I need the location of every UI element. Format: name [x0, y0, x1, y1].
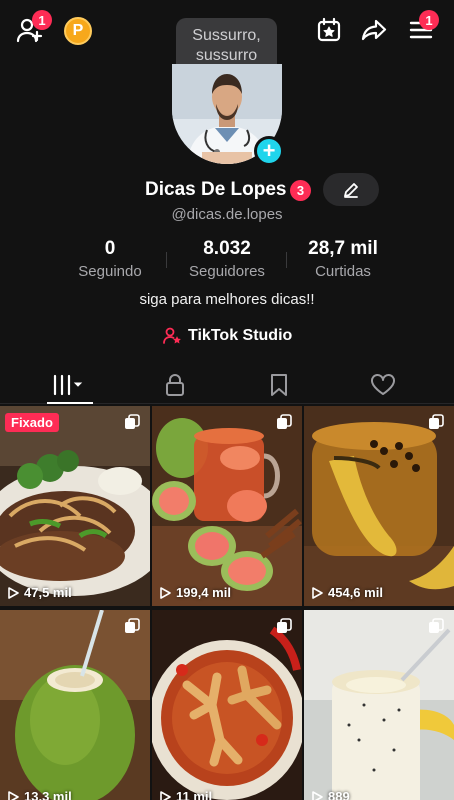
stat-followers[interactable]: 8.032 Seguidores: [167, 238, 287, 280]
share-button[interactable]: [358, 14, 390, 46]
view-count: 11 mil: [160, 789, 212, 800]
guava-tea-image: [152, 406, 302, 606]
calendar-button[interactable]: [313, 14, 345, 46]
tab-liked[interactable]: [348, 366, 418, 403]
profile-name: Dicas De Lopes: [145, 179, 287, 200]
menu-button[interactable]: 1: [405, 10, 439, 46]
banana-smoothie-image: [304, 610, 454, 800]
content-tabs: [0, 366, 454, 404]
edit-profile-button[interactable]: [323, 173, 379, 206]
pencil-icon: [344, 182, 358, 198]
coin-icon: P: [72, 22, 84, 39]
studio-user-icon: [163, 327, 181, 344]
video-thumbnail[interactable]: 889: [304, 610, 454, 800]
play-icon: [160, 586, 171, 599]
stat-label: Seguidores: [189, 263, 265, 280]
beef-onions-image: [0, 406, 150, 606]
stat-value: 28,7 mil: [308, 238, 378, 259]
add-story-button[interactable]: +: [254, 136, 284, 166]
tab-private[interactable]: [140, 366, 210, 403]
heart-icon: [371, 373, 395, 395]
multi-image-icon: [277, 414, 292, 429]
video-thumbnail[interactable]: 11 mil: [152, 610, 302, 800]
view-count: 889: [312, 789, 350, 800]
profile-handle: @dicas.de.lopes: [171, 206, 283, 223]
view-count-label: 47,5 mil: [24, 585, 72, 600]
plus-icon: +: [262, 138, 276, 163]
menu-badge: 1: [419, 10, 439, 30]
view-count-label: 13,3 mil: [24, 789, 72, 800]
multi-image-icon: [429, 618, 444, 633]
stat-label: Seguindo: [78, 263, 142, 280]
view-count-label: 199,4 mil: [176, 585, 231, 600]
status-bubble-line1: Sussurro,: [192, 27, 261, 44]
bookmark-icon: [271, 373, 287, 396]
video-thumbnail[interactable]: 199,4 mil: [152, 406, 302, 606]
coins-button[interactable]: P: [64, 17, 92, 45]
add-friends-badge: 1: [32, 10, 52, 30]
view-count: 13,3 mil: [8, 789, 72, 800]
play-icon: [312, 790, 323, 800]
calendar-star-icon: [317, 17, 341, 42]
add-friends-button[interactable]: 1: [14, 10, 52, 46]
view-count: 199,4 mil: [160, 585, 231, 600]
green-coconut-image: [0, 610, 150, 800]
stat-likes[interactable]: 28,7 mil Curtidas: [283, 238, 403, 280]
share-icon: [361, 19, 387, 41]
play-icon: [312, 586, 323, 599]
multi-image-icon: [429, 414, 444, 429]
video-thumbnail[interactable]: 454,6 mil: [304, 406, 454, 606]
multi-image-icon: [125, 414, 140, 429]
play-icon: [8, 790, 19, 800]
stat-value: 0: [104, 238, 116, 259]
stats-row: 0 Seguindo 8.032 Seguidores 28,7 mil Cur…: [0, 238, 454, 280]
lock-icon: [166, 373, 184, 396]
stat-label: Curtidas: [315, 263, 371, 280]
banana-tea-image: [304, 406, 454, 606]
profile-name-row: Dicas De Lopes 3: [0, 176, 454, 204]
tab-videos[interactable]: [35, 366, 105, 403]
chicken-feet-soup-image: [152, 610, 302, 800]
view-count: 454,6 mil: [312, 585, 383, 600]
view-count-label: 889: [328, 789, 350, 800]
grid-filter-icon: [53, 374, 83, 395]
multi-image-icon: [277, 618, 292, 633]
notification-badge[interactable]: 3: [290, 180, 311, 201]
stat-following[interactable]: 0 Seguindo: [50, 238, 170, 280]
play-icon: [160, 790, 171, 800]
status-bubble-line2: sussurro: [195, 47, 258, 64]
pinned-badge: Fixado: [5, 413, 59, 432]
play-icon: [8, 586, 19, 599]
view-count: 47,5 mil: [8, 585, 72, 600]
stat-value: 8.032: [203, 238, 251, 259]
tiktok-studio-label: TikTok Studio: [188, 327, 293, 344]
active-tab-indicator: [47, 402, 93, 404]
view-count-label: 454,6 mil: [328, 585, 383, 600]
video-thumbnail[interactable]: Fixado 47,5 mil: [0, 406, 150, 606]
multi-image-icon: [125, 618, 140, 633]
video-thumbnail[interactable]: 13,3 mil: [0, 610, 150, 800]
profile-bio: siga para melhores dicas!!: [139, 291, 315, 308]
tiktok-studio-link[interactable]: TikTok Studio: [162, 326, 292, 346]
view-count-label: 11 mil: [176, 789, 213, 800]
tab-saved[interactable]: [244, 366, 314, 403]
